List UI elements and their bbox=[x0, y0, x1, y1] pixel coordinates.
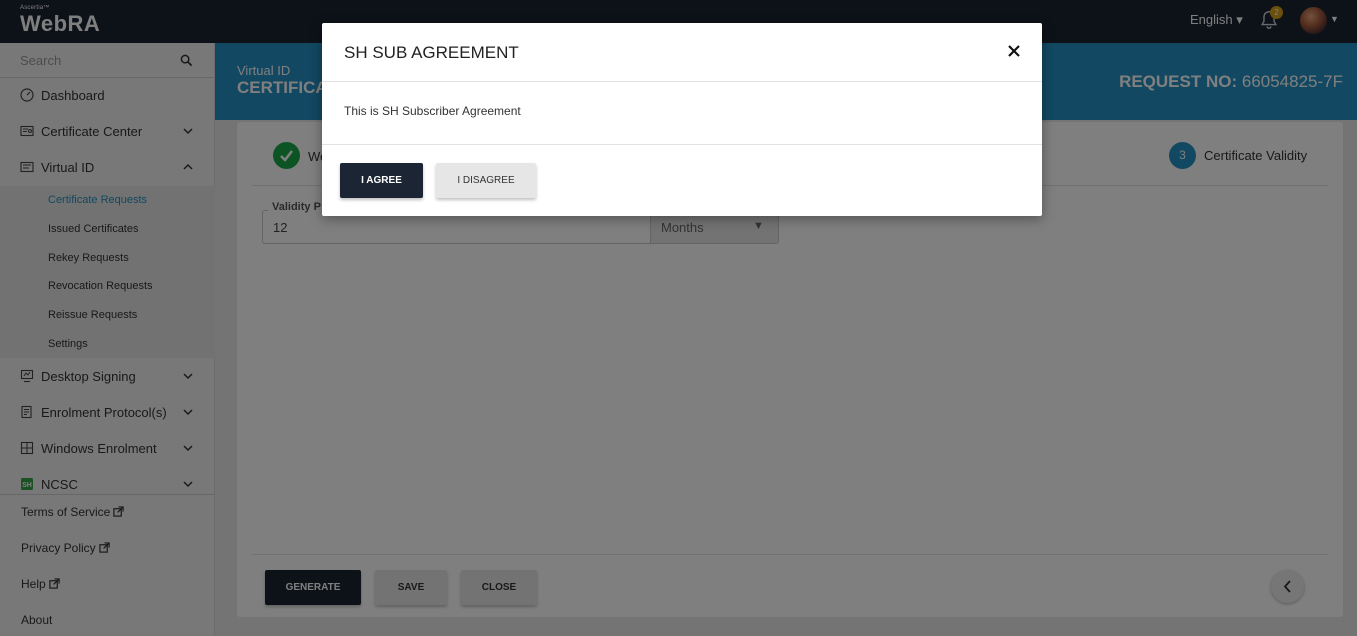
dialog-title: SH SUB AGREEMENT bbox=[344, 43, 519, 62]
dialog-header-divider bbox=[322, 81, 1042, 82]
dialog-footer-divider bbox=[322, 144, 1042, 145]
agreement-dialog: SH SUB AGREEMENT This is SH Subscriber A… bbox=[322, 23, 1042, 216]
close-icon[interactable] bbox=[1006, 43, 1022, 59]
disagree-button[interactable]: I DISAGREE bbox=[436, 163, 536, 198]
agree-button[interactable]: I AGREE bbox=[340, 163, 423, 198]
dialog-body-text: This is SH Subscriber Agreement bbox=[344, 104, 521, 118]
